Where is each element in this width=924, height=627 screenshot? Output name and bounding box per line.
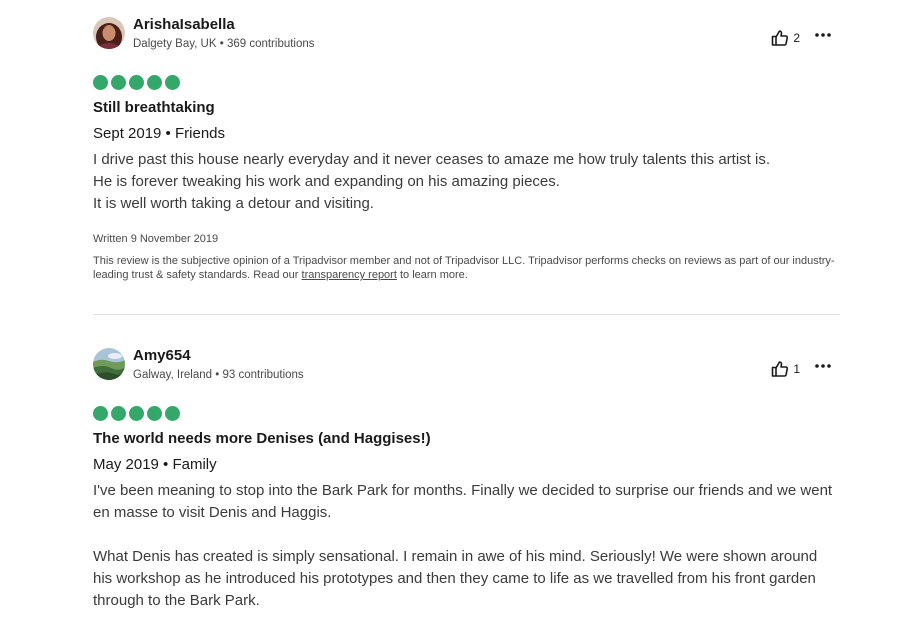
reviewer-location: Galway, Ireland — [133, 369, 213, 381]
review-body: I've been meaning to stop into the Bark … — [93, 480, 840, 612]
reviewer-meta: Galway, Ireland • 93 contributions — [133, 368, 304, 382]
more-options-icon — [814, 26, 832, 49]
more-options-button[interactable] — [814, 357, 832, 380]
transparency-report-link[interactable]: transparency report — [302, 269, 397, 281]
reviewer-contributions: 93 contributions — [222, 369, 304, 381]
more-options-button[interactable] — [814, 26, 832, 49]
reviewer-location: Dalgety Bay, UK — [133, 38, 217, 50]
rating-bubble — [129, 406, 144, 421]
written-date: Written 9 November 2019 — [93, 233, 219, 245]
helpful-count: 2 — [793, 30, 800, 45]
avatar[interactable] — [93, 348, 125, 380]
rating-bubble — [165, 75, 180, 90]
review-title[interactable]: Still breathtaking — [93, 99, 215, 117]
reviewer-contributions: 369 contributions — [226, 38, 315, 50]
helpful-vote-button[interactable]: 1 — [771, 360, 800, 378]
thumbs-up-icon — [771, 29, 789, 47]
rating-bubbles — [93, 406, 180, 421]
rating-bubbles — [93, 75, 180, 90]
visit-info: May 2019 • Family — [93, 456, 217, 473]
review-divider — [93, 314, 840, 315]
thumbs-up-icon — [771, 360, 789, 378]
reviewer-meta: Dalgety Bay, UK • 369 contributions — [133, 37, 315, 51]
review-paragraph: He is forever tweaking his work and expa… — [93, 173, 560, 190]
rating-bubble — [93, 75, 108, 90]
review-body: I drive past this house nearly everyday … — [93, 149, 840, 215]
meta-separator: • — [216, 38, 227, 50]
disclaimer-text-end: to learn more. — [396, 269, 468, 281]
rating-bubble — [129, 75, 144, 90]
review-paragraph: I drive past this house nearly everyday … — [93, 151, 770, 168]
more-options-icon — [814, 357, 832, 380]
review-disclaimer: This review is the subjective opinion of… — [93, 254, 840, 282]
rating-bubble — [93, 406, 108, 421]
rating-bubble — [165, 406, 180, 421]
review-paragraph: What Denis has created is simply sensati… — [93, 548, 818, 609]
visit-info: Sept 2019 • Friends — [93, 125, 225, 142]
reviewer-name[interactable]: ArishaIsabella — [133, 16, 235, 34]
review-title[interactable]: The world needs more Denises (and Haggis… — [93, 430, 431, 448]
avatar[interactable] — [93, 17, 125, 49]
helpful-vote-button[interactable]: 2 — [771, 29, 800, 47]
rating-bubble — [111, 406, 126, 421]
rating-bubble — [111, 75, 126, 90]
meta-separator: • — [212, 369, 223, 381]
review-paragraph: It is well worth taking a detour and vis… — [93, 195, 374, 212]
reviewer-name[interactable]: Amy654 — [133, 347, 191, 365]
rating-bubble — [147, 75, 162, 90]
helpful-count: 1 — [793, 361, 800, 376]
review-paragraph: I've been meaning to stop into the Bark … — [93, 482, 833, 521]
review-actions: 2 — [771, 26, 832, 49]
review-actions: 1 — [771, 357, 832, 380]
rating-bubble — [147, 406, 162, 421]
